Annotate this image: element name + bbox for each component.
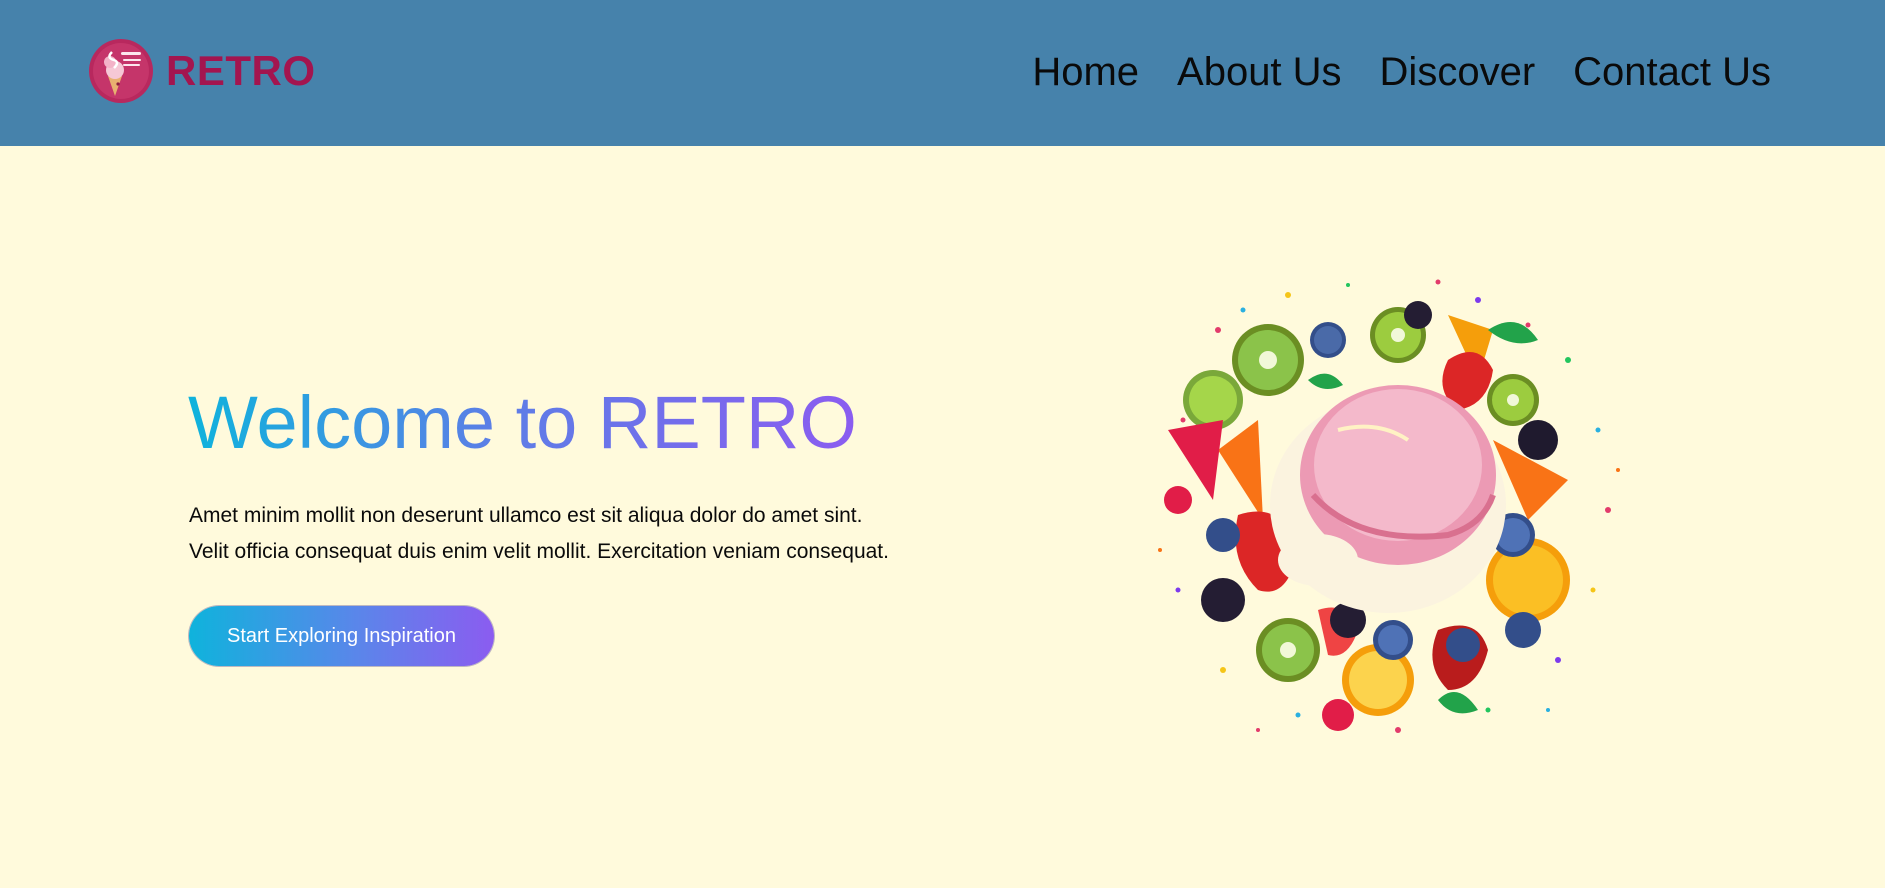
nav-home[interactable]: Home: [1032, 46, 1139, 98]
nav-about-us[interactable]: About Us: [1177, 46, 1342, 98]
ice-cream-fruit-illustration: [1158, 279, 1620, 733]
nav-discover[interactable]: Discover: [1380, 46, 1536, 98]
hero-description: Amet minim mollit non deserunt ullamco e…: [189, 498, 949, 570]
hero-title: Welcome to RETRO: [188, 378, 857, 468]
logo-text: RETRO: [166, 47, 316, 94]
main-nav: Home About Us Discover Contact Us: [1032, 46, 1771, 98]
nav-contact-us[interactable]: Contact Us: [1573, 46, 1771, 98]
logo-link[interactable]: RETRO: [88, 38, 316, 104]
ice-cream-scoop: [1270, 385, 1506, 613]
site-header: RETRO Home About Us Discover Contact Us: [0, 0, 1885, 146]
start-exploring-button[interactable]: Start Exploring Inspiration: [189, 606, 494, 666]
hero-description-line-1: Amet minim mollit non deserunt ullamco e…: [189, 504, 863, 527]
hero-description-line-2: Velit officia consequat duis enim velit …: [189, 540, 889, 563]
ice-cream-logo-icon: [89, 39, 153, 103]
